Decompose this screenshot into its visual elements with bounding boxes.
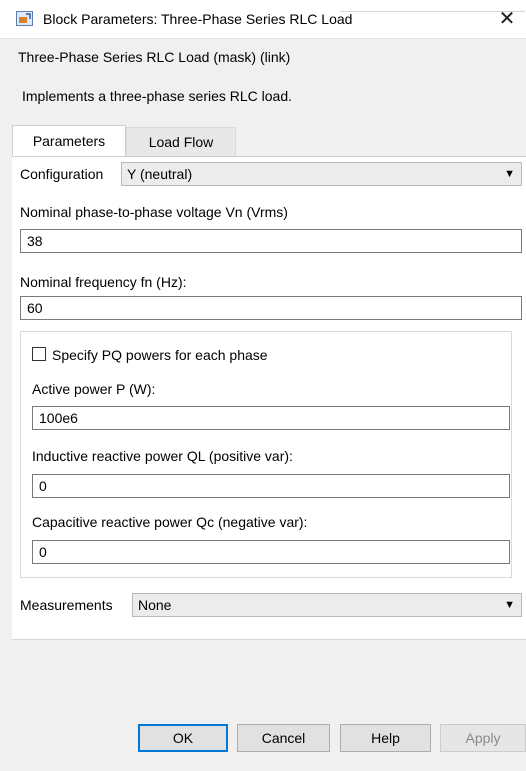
- inductive-power-label: Inductive reactive power QL (positive va…: [32, 448, 293, 464]
- tab-bar: Parameters Load Flow: [12, 125, 522, 158]
- tab-parameters[interactable]: Parameters: [12, 125, 126, 158]
- configuration-label: Configuration: [20, 166, 104, 182]
- active-power-label: Active power P (W):: [32, 381, 156, 397]
- cancel-button[interactable]: Cancel: [237, 724, 330, 752]
- group-divider: [340, 11, 525, 12]
- measurements-dropdown[interactable]: None ▼: [132, 593, 522, 617]
- voltage-label: Nominal phase-to-phase voltage Vn (Vrms): [20, 204, 288, 220]
- voltage-input[interactable]: 38: [20, 229, 522, 253]
- simulink-block-icon: [16, 11, 33, 26]
- frequency-input[interactable]: 60: [20, 296, 522, 320]
- active-power-input[interactable]: 100e6: [32, 406, 510, 430]
- ok-button[interactable]: OK: [138, 724, 228, 752]
- chevron-down-icon: ▼: [504, 599, 515, 611]
- help-button[interactable]: Help: [340, 724, 431, 752]
- specify-pq-checkbox[interactable]: [32, 347, 46, 361]
- apply-button[interactable]: Apply: [440, 724, 526, 752]
- configuration-dropdown[interactable]: Y (neutral) ▼: [121, 162, 522, 186]
- mask-description: Implements a three-phase series RLC load…: [22, 88, 293, 104]
- window-bottom-edge: [0, 757, 526, 771]
- close-icon[interactable]: ✕: [494, 6, 520, 32]
- capacitive-power-label: Capacitive reactive power Qc (negative v…: [32, 514, 308, 530]
- specify-pq-label: Specify PQ powers for each phase: [52, 347, 268, 363]
- inductive-power-input[interactable]: 0: [32, 474, 510, 498]
- measurements-value: None: [138, 597, 172, 613]
- measurements-label: Measurements: [20, 597, 113, 613]
- frequency-label: Nominal frequency fn (Hz):: [20, 274, 187, 290]
- chevron-down-icon: ▼: [504, 168, 515, 180]
- window-title: Block Parameters: Three-Phase Series RLC…: [43, 11, 353, 27]
- title-bar: Block Parameters: Three-Phase Series RLC…: [0, 0, 526, 39]
- configuration-value: Y (neutral): [127, 166, 193, 182]
- tab-load-flow[interactable]: Load Flow: [126, 127, 236, 156]
- capacitive-power-input[interactable]: 0: [32, 540, 510, 564]
- mask-group-title: Three-Phase Series RLC Load (mask) (link…: [18, 49, 291, 65]
